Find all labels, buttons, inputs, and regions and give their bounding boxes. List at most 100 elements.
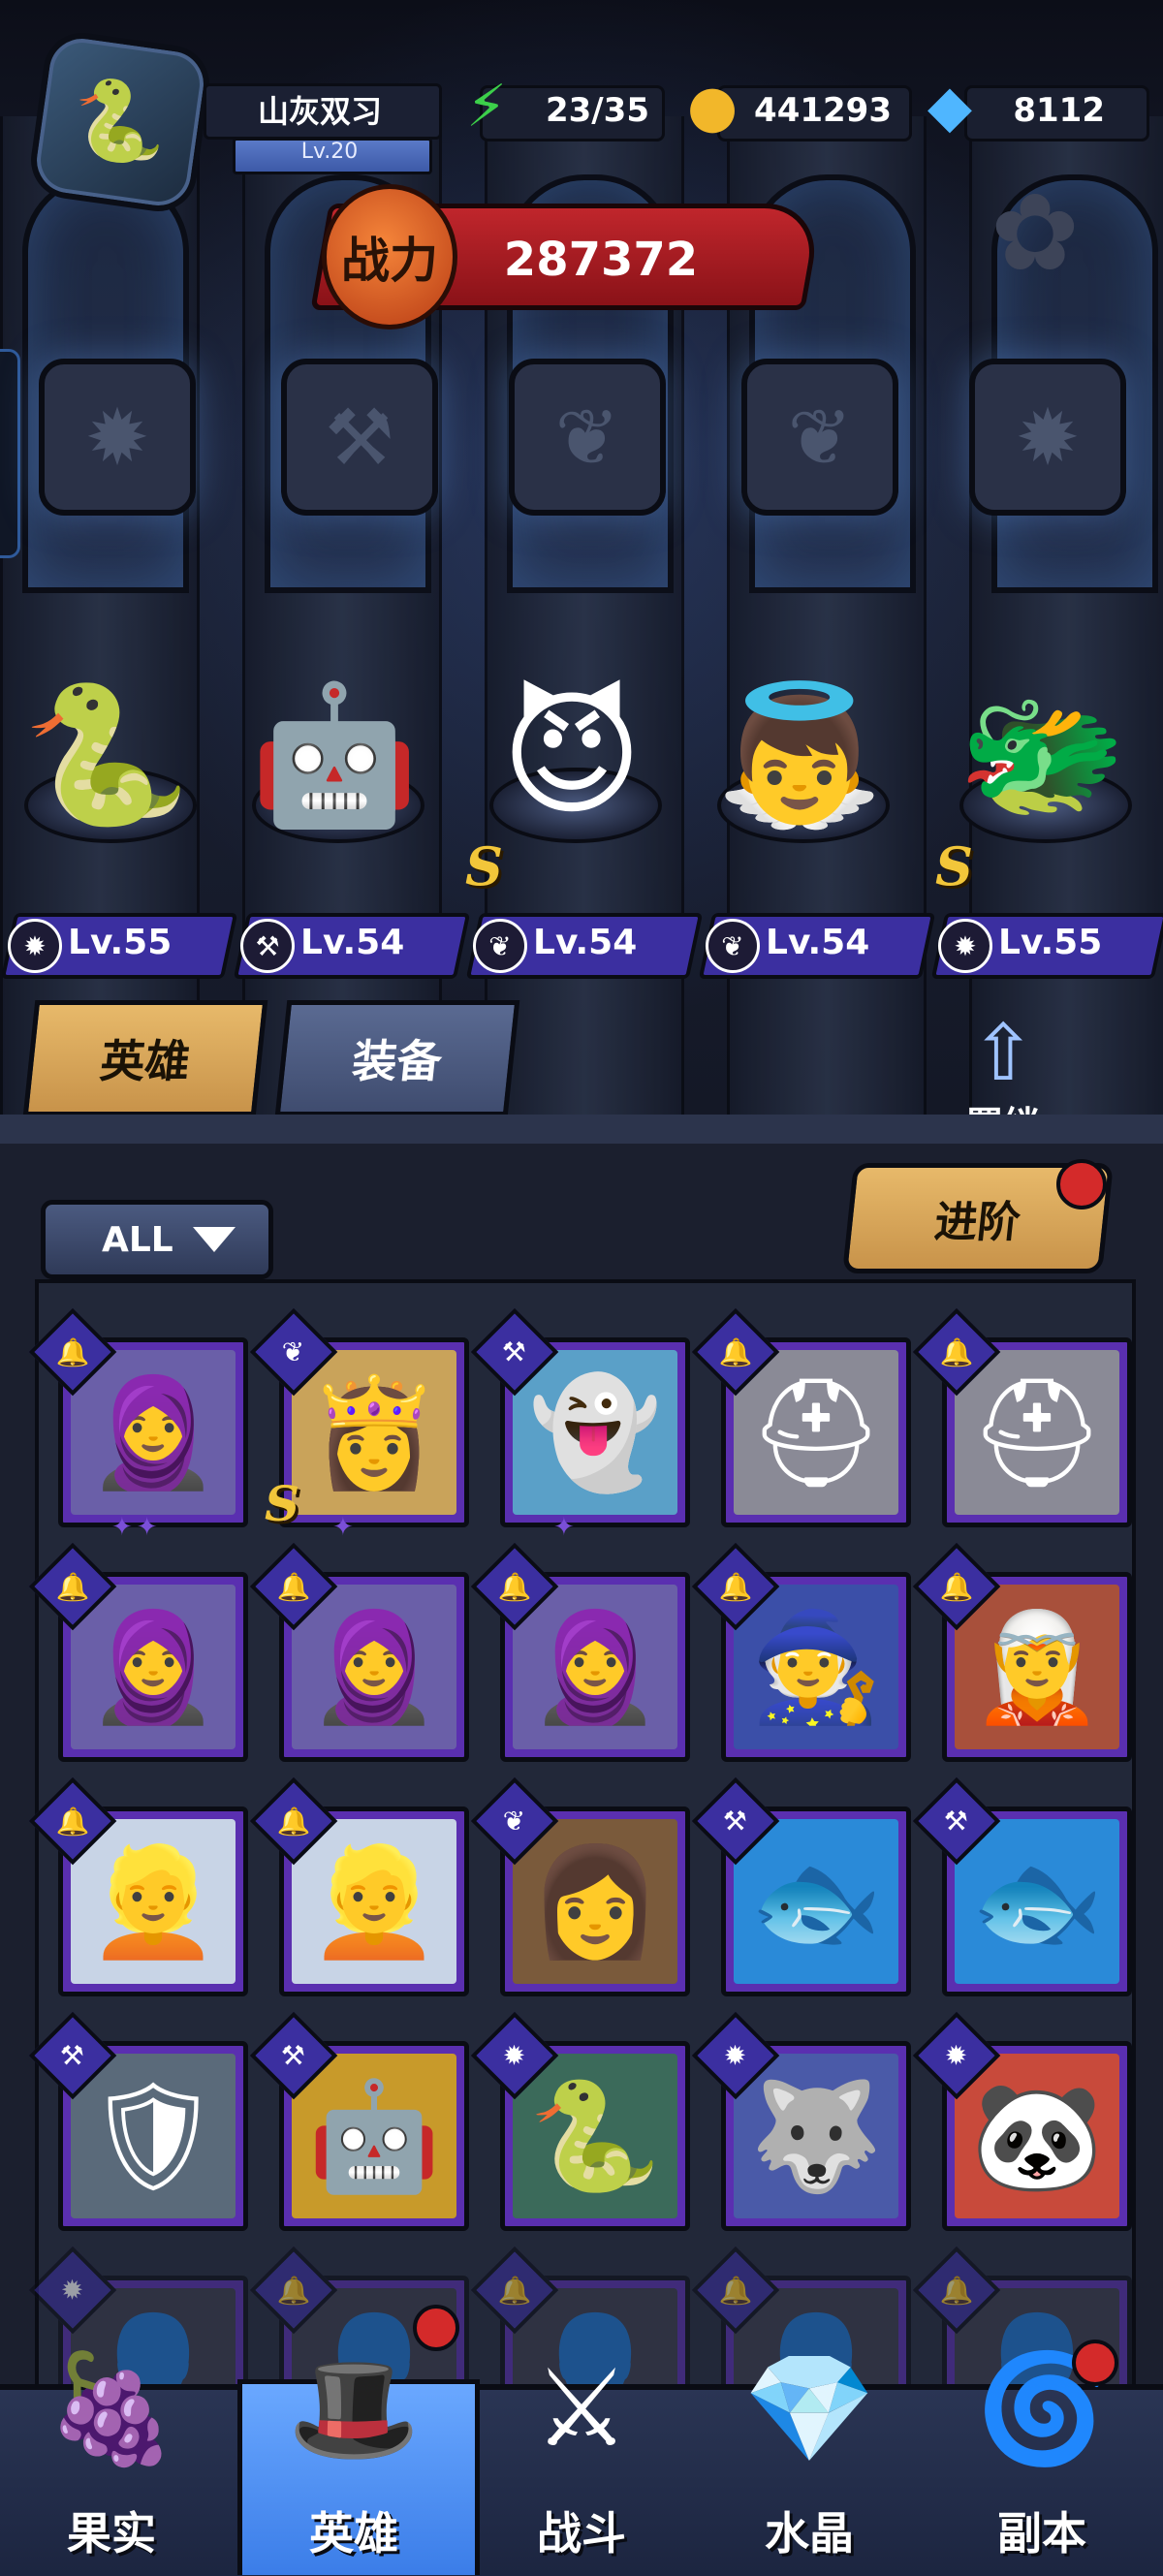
side-pull-tab[interactable] (0, 349, 20, 558)
fruit-icon: 🍇 (45, 2345, 178, 2470)
bell-class-icon: 🔔 (55, 1335, 90, 1368)
hero-card[interactable]: 🤖 ⚒ (249, 2011, 469, 2231)
hero-level: Lv.55 (998, 923, 1103, 962)
medusa-figure-icon: 🐍 (21, 676, 192, 834)
flower-settings-icon[interactable]: ✿ (977, 171, 1093, 295)
hero-card[interactable]: 🐺 ✹ (691, 2011, 911, 2231)
lineup-hero-succubus[interactable]: 😈 (475, 581, 669, 843)
panel-top-rail (0, 1115, 1163, 1144)
hero-hat-icon: 🎩 (287, 2345, 421, 2470)
s-rank-badge: S (935, 835, 973, 897)
hero-card[interactable]: 👱 🔔 (249, 1776, 469, 1996)
wrench-class-icon: ⚒ (240, 919, 295, 973)
notification-dot (413, 2305, 459, 2351)
nav-item-battle[interactable]: ⚔ 战斗 (470, 2336, 693, 2570)
nav-label: 果实 (67, 2507, 156, 2560)
beast-class-icon: ✹ (503, 2039, 526, 2072)
succubus-figure-icon: 😈 (501, 676, 643, 834)
hero-card[interactable]: 🧕 🔔 (249, 1542, 469, 1762)
notification-dot (1056, 1159, 1107, 1209)
nav-item-heroes[interactable]: 🎩 英雄 (242, 2336, 465, 2570)
star-rating-icon: ✦✦ (111, 1513, 162, 1542)
nun-portrait-icon: 🧕 (71, 1585, 236, 1749)
wizard-portrait-icon: 🧙 (734, 1585, 898, 1749)
hero-card[interactable]: 🧙 🔔 (691, 1542, 911, 1762)
diamond-value: 8112 (1013, 91, 1105, 130)
tab-heroes-label: 英雄 (97, 1035, 193, 1087)
nav-item-fruit[interactable]: 🍇 果实 (0, 2336, 223, 2570)
hero-card[interactable]: 👻 ⚒ ✦ (470, 1307, 690, 1542)
bell-class-icon: 🔔 (939, 1570, 974, 1603)
bell-class-icon: 🔔 (718, 1335, 753, 1368)
lineup-hero-robot[interactable]: 🤖 (237, 581, 431, 843)
wrench-class-icon: ⚒ (502, 1335, 527, 1368)
medusa-avatar-icon: 🐍 (66, 70, 174, 173)
fishbowl-robot-portrait-icon: 🐟 (734, 1819, 898, 1984)
hero-card[interactable]: 🐟 ⚒ (691, 1776, 911, 1996)
robot-figure-icon: 🤖 (249, 676, 420, 834)
wing-class-icon: ❦ (473, 919, 527, 973)
bell-class-icon: 🔔 (497, 2274, 532, 2307)
knight-portrait-icon: ⛑ (955, 1350, 1119, 1515)
bell-class-icon: 🔔 (55, 1805, 90, 1838)
notification-dot (1072, 2340, 1118, 2386)
star-rating-icon: ✦ (553, 1513, 579, 1542)
tab-equipment-label: 装备 (349, 1035, 445, 1087)
hero-card[interactable]: 👱 🔔 (28, 1776, 248, 1996)
s-rank-badge: S (465, 835, 503, 897)
player-level: Lv.20 (300, 140, 359, 164)
nav-label: 副本 (997, 2507, 1086, 2560)
dragon-figure-icon: 🐲 (957, 676, 1127, 834)
lineup-hero-goddess[interactable]: 👼 (703, 581, 896, 843)
battle-sword-icon: ⚔ (533, 2346, 630, 2470)
beast-slot-emblem-icon: ✹ (39, 359, 196, 516)
angel-portrait-icon: 👸 (292, 1350, 456, 1515)
filter-label: ALL (102, 1219, 173, 1260)
mech-portrait-icon: 🛡 (71, 2054, 236, 2218)
nav-item-dungeon[interactable]: 🌀 副本 (930, 2336, 1153, 2570)
player-avatar[interactable]: 🐍 (25, 27, 215, 217)
beast-class-icon: ✹ (938, 919, 992, 973)
class-filter-dropdown[interactable]: ALL (41, 1200, 273, 1279)
hero-card[interactable]: 🐼 ✹ (912, 2011, 1132, 2231)
bell-class-icon: 🔔 (276, 2274, 311, 2307)
hero-card[interactable]: 🧕 🔔 ✦✦ (28, 1307, 248, 1542)
advance-label: 进阶 (931, 1198, 1023, 1247)
beast-class-icon: ✹ (945, 2039, 968, 2072)
hero-card[interactable]: 🧝 🔔 (912, 1542, 1132, 1762)
tab-heroes[interactable]: 英雄 (22, 1000, 268, 1116)
golem-portrait-icon: 🤖 (292, 2054, 456, 2218)
hero-level: Lv.54 (300, 923, 405, 962)
s-rank-badge: S (265, 1475, 300, 1532)
lineup-hero-dragon[interactable]: 🐲 (945, 581, 1139, 843)
wing-slot-emblem-icon: ❦ (741, 359, 898, 516)
nav-item-crystal[interactable]: 💎 水晶 (698, 2336, 921, 2570)
hero-card[interactable]: 🐟 ⚒ (912, 1776, 1132, 1996)
wrench-class-icon: ⚒ (281, 2039, 306, 2072)
hero-card[interactable]: 🧕 🔔 (470, 1542, 690, 1762)
hero-card[interactable]: ⛑ 🔔 (912, 1307, 1132, 1527)
tab-equipment[interactable]: 装备 (274, 1000, 520, 1116)
ice-queen-portrait-icon: 👱 (292, 1819, 456, 1984)
hero-level: Lv.55 (68, 923, 173, 962)
wrench-class-icon: ⚒ (60, 2039, 85, 2072)
hero-card[interactable]: 🐍 ✹ (470, 2011, 690, 2231)
bell-class-icon: 🔔 (276, 1805, 311, 1838)
hero-card[interactable]: 👸 ❦ S ✦ (249, 1307, 469, 1542)
hero-card[interactable]: 🧕 🔔 (28, 1542, 248, 1762)
nun-portrait-icon: 🧕 (292, 1585, 456, 1749)
lineup-hero-medusa[interactable]: 🐍 (10, 581, 204, 843)
bell-class-icon: 🔔 (497, 1570, 532, 1603)
shaman-portrait-icon: 🧝 (955, 1585, 1119, 1749)
gold-value: 441293 (754, 91, 892, 130)
hero-card[interactable]: ⛑ 🔔 (691, 1307, 911, 1527)
ghost-portrait-icon: 👻 (513, 1350, 677, 1515)
nav-label: 水晶 (765, 2507, 854, 2560)
hero-card[interactable]: 👩 ❦ (470, 1776, 690, 1996)
bond-arrows-icon: ⇧ (970, 1008, 1036, 1098)
bell-class-icon: 🔔 (276, 1570, 311, 1603)
wrench-class-icon: ⚒ (723, 1805, 748, 1838)
diamond-icon[interactable]: ◆ (911, 68, 989, 145)
wing-class-icon: ❦ (706, 919, 760, 973)
hero-card[interactable]: 🛡 ⚒ (28, 2011, 248, 2231)
